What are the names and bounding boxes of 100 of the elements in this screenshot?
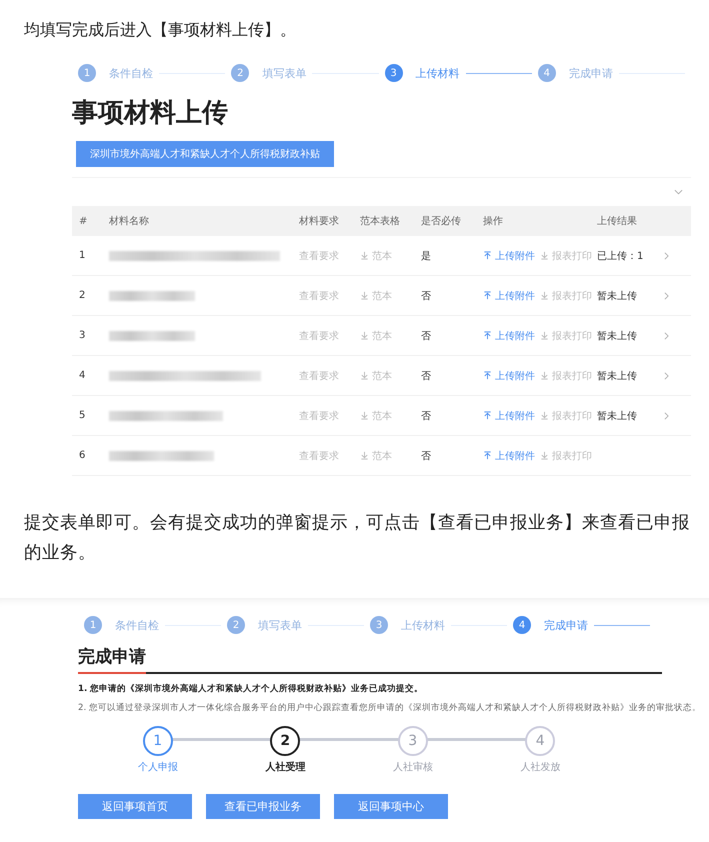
upload-result: 已上传：1	[597, 250, 644, 262]
requirement-link[interactable]: 查看要求	[299, 408, 360, 422]
progress-step-label: 个人申报	[138, 760, 178, 774]
chevron-right-icon[interactable]	[664, 412, 669, 420]
step-number: 2	[227, 616, 245, 634]
requirement-link[interactable]: 查看要求	[299, 448, 360, 462]
step-number: 1	[78, 64, 96, 82]
upload-result: 暂未上传	[597, 410, 637, 422]
chevron-right-icon[interactable]	[664, 372, 669, 380]
upload-link[interactable]: 上传附件	[483, 448, 535, 462]
row-number: 1	[78, 250, 86, 261]
row-number: 2	[78, 290, 86, 301]
template-link[interactable]: 范本	[360, 408, 392, 422]
column-header: 材料要求	[299, 214, 340, 228]
step-number: 2	[231, 64, 250, 82]
step-number: 3	[370, 616, 388, 634]
step-number: 4	[538, 64, 556, 82]
category-tag[interactable]: 深圳市境外高端人才和紧缺人才个人所得税财政补贴	[76, 141, 334, 167]
requirement-link[interactable]: 查看要求	[299, 368, 360, 382]
requirement-link[interactable]: 查看要求	[299, 288, 360, 302]
row-number: 4	[78, 370, 86, 381]
row-number: 5	[78, 410, 86, 421]
step-number: 1	[84, 616, 102, 634]
step-label: 完成申请	[568, 66, 613, 80]
required-cell-text: 否	[421, 330, 432, 342]
upload-link[interactable]: 上传附件	[483, 248, 535, 262]
body-text: 提交表单即可。会有提交成功的弹窗提示，可点击【查看已申报业务】来查看已申报的业务。	[23, 512, 691, 565]
template-link[interactable]: 范本	[360, 248, 392, 262]
print-link[interactable]: 报表打印	[540, 368, 592, 382]
chevron-right-icon[interactable]	[664, 332, 669, 340]
required-cell-text: 否	[421, 370, 432, 382]
upload-link[interactable]: 上传附件	[483, 368, 535, 382]
upload-icon	[483, 331, 492, 340]
progress-step-label: 人社审核	[392, 760, 433, 774]
requirement-link[interactable]: 查看要求	[299, 328, 360, 342]
download-icon	[540, 291, 549, 300]
column-header: 范本表格	[360, 214, 401, 228]
section-title: 完成申请	[78, 644, 146, 674]
progress-step-circle: 1	[142, 726, 173, 756]
download-icon	[360, 331, 369, 340]
step-label: 填写表单	[262, 66, 306, 80]
required-cell-text: 否	[421, 290, 432, 302]
notice-text: 2. 您可以通过登录深圳市人才一体化综合服务平台的用户中心跟踪查看您所申请的《深圳市境外高端人才和紧缺人才个人所得税财政补贴》业务的审批状态。	[78, 702, 702, 714]
upload-result: 暂未上传	[597, 370, 637, 382]
intro-text: 均填写完成后进入【事项材料上传】。	[23, 19, 297, 41]
upload-link[interactable]: 上传附件	[483, 328, 535, 342]
download-icon	[540, 411, 549, 420]
upload-link[interactable]: 上传附件	[483, 288, 535, 302]
upload-icon	[483, 371, 492, 380]
step-label: 填写表单	[258, 618, 302, 632]
step-label: 条件自检	[109, 66, 153, 80]
template-link[interactable]: 范本	[360, 448, 392, 462]
action-button[interactable]: 返回事项首页	[78, 794, 192, 819]
column-header: 操作	[483, 215, 504, 228]
page-title: 事项材料上传	[72, 97, 229, 130]
progress-step-label: 人社受理	[265, 760, 306, 774]
print-link[interactable]: 报表打印	[540, 408, 592, 422]
download-icon	[540, 371, 549, 380]
download-icon	[360, 251, 369, 260]
print-link[interactable]: 报表打印	[540, 328, 592, 342]
chevron-down-icon[interactable]	[674, 189, 683, 195]
progress-step-circle: 3	[398, 726, 428, 756]
row-number: 6	[78, 450, 86, 461]
upload-icon	[483, 251, 492, 260]
template-link[interactable]: 范本	[360, 368, 392, 382]
download-icon	[360, 371, 369, 380]
upload-result: 暂未上传	[597, 330, 637, 342]
action-button[interactable]: 查看已申报业务	[206, 794, 320, 819]
column-header: 材料名称	[109, 214, 150, 228]
download-icon	[540, 251, 549, 260]
template-link[interactable]: 范本	[360, 288, 392, 302]
upload-link[interactable]: 上传附件	[483, 408, 535, 422]
chevron-right-icon[interactable]	[664, 292, 669, 300]
download-icon	[360, 451, 369, 460]
step-number: 4	[513, 616, 531, 634]
print-link[interactable]: 报表打印	[540, 248, 592, 262]
upload-icon	[483, 451, 492, 460]
action-button[interactable]: 返回事项中心	[334, 794, 448, 819]
print-link[interactable]: 报表打印	[540, 448, 592, 462]
template-link[interactable]: 范本	[360, 328, 392, 342]
download-icon	[540, 451, 549, 460]
step-label: 条件自检	[115, 618, 159, 632]
step-number: 3	[384, 64, 402, 82]
step-label: 上传材料	[401, 618, 445, 632]
required-cell-text: 否	[421, 410, 432, 422]
progress-step-circle: 4	[525, 726, 556, 756]
chevron-right-icon[interactable]	[664, 252, 669, 260]
step-label: 上传材料	[416, 66, 460, 80]
print-link[interactable]: 报表打印	[540, 288, 592, 302]
upload-result: 暂未上传	[597, 290, 637, 302]
requirement-link[interactable]: 查看要求	[299, 248, 360, 262]
download-icon	[540, 331, 549, 340]
column-header: 上传结果	[597, 214, 638, 228]
upload-icon	[483, 291, 492, 300]
required-cell-text: 否	[421, 450, 432, 462]
column-header: #	[78, 216, 88, 226]
upload-icon	[483, 411, 492, 420]
step-label: 完成申请	[544, 618, 588, 632]
required-cell-text: 是	[421, 250, 432, 262]
download-icon	[360, 291, 369, 300]
